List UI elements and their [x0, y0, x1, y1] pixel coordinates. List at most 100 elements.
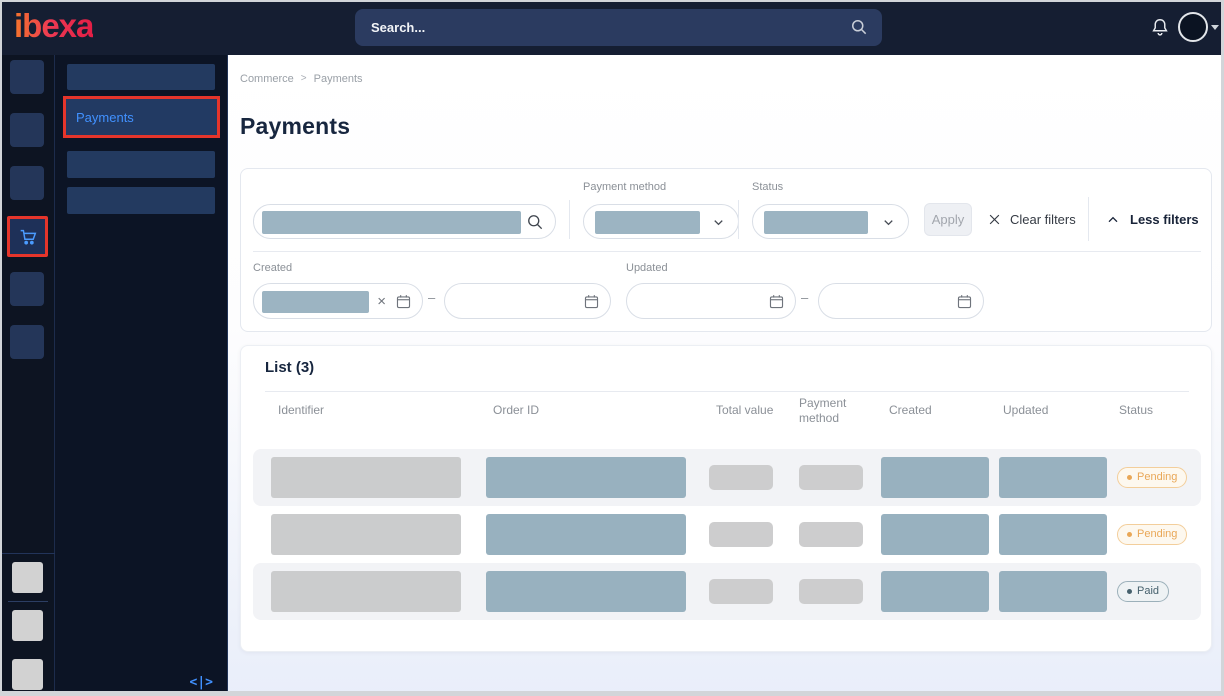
created-from-date-input[interactable]: × — [253, 283, 423, 319]
redacted-total-value — [709, 465, 773, 490]
list-heading: List (3) — [265, 359, 314, 376]
bottom-icon-placeholder-1[interactable] — [12, 562, 43, 593]
redacted-date-value — [262, 291, 369, 313]
table-row[interactable]: Pending — [253, 506, 1201, 563]
less-filters-label: Less filters — [1130, 212, 1199, 227]
redacted-created — [881, 571, 989, 612]
status-label: Status — [752, 181, 783, 193]
icon-sidebar — [0, 55, 55, 696]
redacted-total-value — [709, 579, 773, 604]
calendar-icon[interactable] — [395, 293, 412, 310]
bottom-icon-placeholder-3[interactable] — [12, 659, 43, 690]
table-row[interactable]: Paid — [253, 563, 1201, 620]
payments-list-panel: List (3) Identifier Order ID Total value… — [240, 345, 1212, 652]
chevron-down-icon — [881, 215, 896, 230]
status-badge: Pending — [1117, 524, 1187, 545]
user-avatar[interactable] — [1178, 12, 1208, 42]
nav-icon-placeholder-4[interactable] — [10, 272, 44, 306]
topbar: ibexa — [0, 0, 1224, 55]
page-title: Payments — [240, 113, 350, 140]
col-identifier: Identifier — [278, 403, 324, 417]
clear-filters-button[interactable]: Clear filters — [987, 203, 1076, 236]
rail-divider-small — [8, 601, 48, 602]
less-filters-button[interactable]: Less filters — [1105, 203, 1199, 236]
global-search-input[interactable] — [355, 9, 882, 46]
breadcrumb-separator: > — [301, 73, 307, 85]
list-divider — [265, 391, 1189, 392]
notifications-bell-icon[interactable] — [1149, 16, 1171, 40]
redacted-updated — [999, 457, 1107, 498]
search-icon — [849, 17, 869, 37]
redacted-identifier — [271, 457, 461, 498]
created-to-date-input[interactable] — [444, 283, 611, 319]
nav-icon-placeholder-2[interactable] — [10, 113, 44, 147]
clear-date-icon[interactable]: × — [377, 294, 386, 309]
menu-item-placeholder-2[interactable] — [67, 151, 215, 178]
redacted-updated — [999, 571, 1107, 612]
global-search[interactable] — [355, 9, 882, 46]
apply-button[interactable]: Apply — [924, 203, 972, 236]
nav-icon-placeholder-3[interactable] — [10, 166, 44, 200]
bottom-icon-placeholder-2[interactable] — [12, 610, 43, 641]
filter-divider — [1088, 197, 1089, 241]
main-content: Commerce > Payments Payments Payment met… — [228, 55, 1224, 696]
redacted-identifier — [271, 514, 461, 555]
menu-item-placeholder-1[interactable] — [67, 64, 215, 90]
rail-divider — [0, 553, 55, 554]
filters-panel: Payment method Status Apply Clear filter… — [240, 168, 1212, 332]
redacted-created — [881, 514, 989, 555]
clear-filters-label: Clear filters — [1010, 212, 1076, 227]
user-menu-caret-icon[interactable] — [1211, 25, 1219, 30]
col-total-value: Total value — [716, 403, 773, 417]
payment-method-select[interactable] — [583, 204, 739, 239]
status-badge: Paid — [1117, 581, 1169, 602]
redacted-total-value — [709, 522, 773, 547]
col-created: Created — [889, 403, 932, 417]
col-updated: Updated — [1003, 403, 1048, 417]
redacted-payment-method — [799, 465, 863, 490]
menu-item-payments[interactable]: Payments — [63, 96, 220, 138]
updated-from-date-input[interactable] — [626, 283, 796, 319]
sidebar-collapse-icon[interactable]: <|> — [190, 675, 213, 690]
created-label: Created — [253, 262, 292, 274]
calendar-icon[interactable] — [768, 293, 785, 310]
menu-item-placeholder-3[interactable] — [67, 187, 215, 214]
calendar-icon[interactable] — [583, 293, 600, 310]
breadcrumb-commerce[interactable]: Commerce — [240, 73, 294, 85]
commerce-cart-icon-active[interactable] — [7, 216, 48, 257]
status-dot-icon — [1127, 475, 1132, 480]
redacted-identifier — [271, 571, 461, 612]
status-dot-icon — [1127, 589, 1132, 594]
filter-divider — [738, 200, 739, 239]
redacted-order-id — [486, 457, 686, 498]
nav-icon-placeholder-1[interactable] — [10, 60, 44, 94]
filter-divider — [569, 200, 570, 239]
table-row[interactable]: Pending — [253, 449, 1201, 506]
status-select[interactable] — [752, 204, 909, 239]
filters-row-divider — [253, 251, 1201, 252]
date-range-dash: – — [428, 290, 435, 305]
redacted-payment-method — [799, 522, 863, 547]
redacted-created — [881, 457, 989, 498]
ibexa-logo: ibexa — [14, 7, 93, 45]
close-icon — [987, 212, 1002, 227]
breadcrumb: Commerce > Payments — [240, 73, 363, 85]
updated-to-date-input[interactable] — [818, 283, 984, 319]
col-status: Status — [1119, 403, 1153, 417]
nav-icon-placeholder-5[interactable] — [10, 325, 44, 359]
calendar-icon[interactable] — [956, 293, 973, 310]
col-payment-method: Payment method — [799, 396, 861, 426]
col-order-id: Order ID — [493, 403, 539, 417]
redacted-search-value — [262, 211, 521, 234]
chevron-up-icon — [1105, 212, 1121, 228]
redacted-select-value — [764, 211, 868, 234]
redacted-order-id — [486, 514, 686, 555]
chevron-down-icon — [711, 215, 726, 230]
date-range-dash: – — [801, 290, 808, 305]
menu-item-payments-label: Payments — [66, 110, 134, 125]
redacted-order-id — [486, 571, 686, 612]
updated-label: Updated — [626, 262, 668, 274]
redacted-updated — [999, 514, 1107, 555]
filter-search-input[interactable] — [253, 204, 556, 239]
status-badge: Pending — [1117, 467, 1187, 488]
